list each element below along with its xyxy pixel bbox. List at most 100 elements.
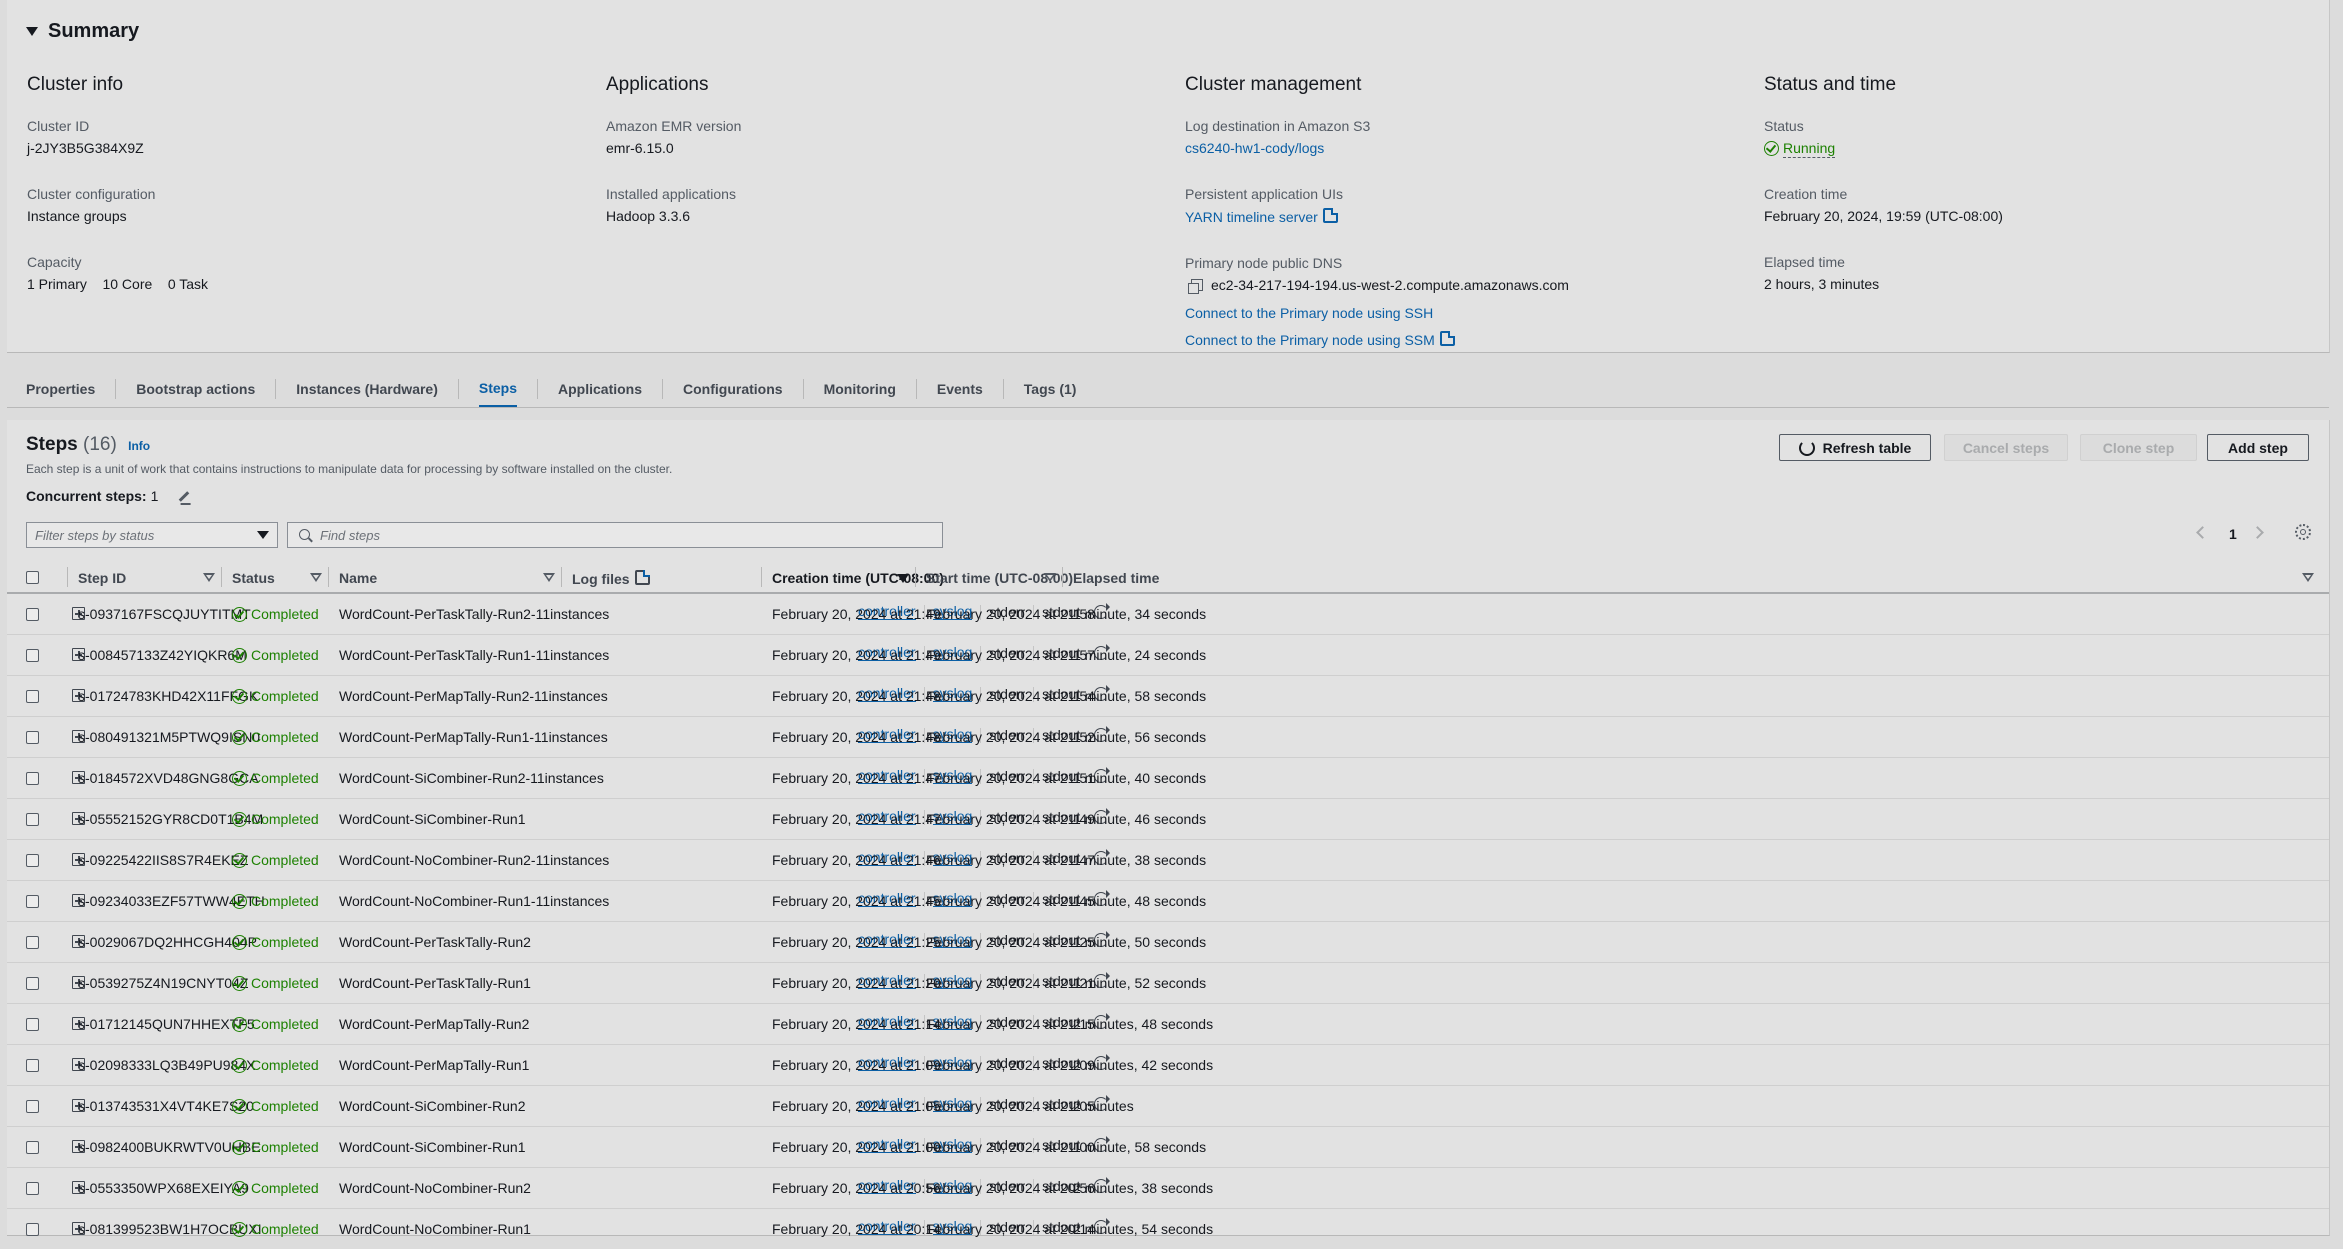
column-elapsed-time[interactable]: Elapsed time: [1073, 570, 1159, 586]
elapsed-time-value: 2 hours, 3 minutes: [1764, 276, 1880, 292]
status-filter-select[interactable]: Filter steps by status: [26, 522, 278, 548]
check-circle-icon: [232, 894, 247, 909]
installed-apps-value: Hadoop 3.3.6: [606, 208, 691, 224]
status-label: Status: [1764, 118, 1804, 134]
tab-bootstrap-actions[interactable]: Bootstrap actions: [136, 370, 255, 408]
step-start-time: February 20, 2024 at 21:47: [926, 852, 1095, 868]
row-checkbox[interactable]: [26, 1141, 39, 1154]
summary-toggle[interactable]: Summary: [26, 20, 139, 43]
sort-icon[interactable]: [310, 573, 322, 582]
table-row: s-0937167FSCQJUYTITMT Completed WordCoun…: [7, 594, 2329, 635]
refresh-table-button[interactable]: Refresh table: [1779, 434, 1931, 461]
step-name: WordCount-SiCombiner-Run2-11instances: [339, 770, 604, 786]
sort-descending-icon[interactable]: [897, 574, 909, 583]
tab-configurations[interactable]: Configurations: [683, 370, 783, 408]
step-status-text: Completed: [251, 1221, 319, 1237]
caret-down-icon: [26, 27, 38, 36]
sort-icon[interactable]: [203, 573, 215, 582]
table-row: s-0982400BUKRWTV0UHBE Completed WordCoun…: [7, 1127, 2329, 1168]
cluster-id-label: Cluster ID: [27, 118, 90, 134]
row-checkbox[interactable]: [26, 772, 39, 785]
row-checkbox[interactable]: [26, 854, 39, 867]
caret-down-icon: [257, 531, 269, 539]
check-circle-icon: [232, 853, 247, 868]
table-row: s-080491321M5PTWQ9ISN0 Completed WordCou…: [7, 717, 2329, 758]
sort-icon[interactable]: [1044, 573, 1056, 582]
row-checkbox[interactable]: [26, 1018, 39, 1031]
step-start-time: February 20, 2024 at 21:54: [926, 688, 1095, 704]
connect-ssm-link[interactable]: Connect to the Primary node using SSM: [1185, 331, 1745, 348]
step-creation-time: February 20, 2024 at 21:14: [772, 1016, 941, 1032]
find-steps-input[interactable]: Find steps: [287, 522, 943, 548]
summary-panel: Summary Cluster info Cluster ID j-2JY3B5…: [7, 0, 2330, 353]
emr-version-label: Amazon EMR version: [606, 118, 742, 134]
status-running[interactable]: Running: [1783, 140, 1836, 158]
add-step-button[interactable]: Add step: [2207, 434, 2309, 461]
sort-icon[interactable]: [2302, 573, 2314, 582]
sort-icon[interactable]: [543, 573, 555, 582]
row-checkbox[interactable]: [26, 1182, 39, 1195]
column-status[interactable]: Status: [232, 570, 275, 586]
step-status: Completed: [232, 1139, 319, 1155]
gear-icon[interactable]: [2295, 524, 2311, 540]
step-start-time: February 20, 2024 at 20:56: [926, 1180, 1095, 1196]
row-checkbox[interactable]: [26, 690, 39, 703]
edit-pencil-icon[interactable]: [179, 490, 190, 502]
clone-step-button[interactable]: Clone step: [2080, 434, 2197, 461]
cluster-management-section: Cluster management Log destination in Am…: [1185, 74, 1745, 348]
step-creation-time: February 20, 2024 at 21:49: [772, 606, 941, 622]
row-checkbox[interactable]: [26, 608, 39, 621]
concurrent-steps-value: 1: [150, 488, 159, 504]
step-creation-time: February 20, 2024 at 21:20: [772, 975, 941, 991]
cancel-steps-button[interactable]: Cancel steps: [1944, 434, 2068, 461]
steps-table-body: s-0937167FSCQJUYTITMT Completed WordCoun…: [7, 594, 2329, 1249]
step-start-time: February 20, 2024 at 21:21: [926, 975, 1095, 991]
column-name[interactable]: Name: [339, 570, 377, 586]
step-start-time: February 20, 2024 at 21:00: [926, 1139, 1095, 1155]
step-elapsed-time: 1 minute, 56 seconds: [1073, 729, 1207, 745]
step-name: WordCount-NoCombiner-Run1: [339, 1221, 531, 1237]
row-checkbox[interactable]: [26, 813, 39, 826]
row-checkbox[interactable]: [26, 1223, 39, 1236]
check-circle-icon: [1764, 141, 1779, 156]
row-checkbox[interactable]: [26, 731, 39, 744]
table-row: s-013743531X4VT4KE7S20 Completed WordCou…: [7, 1086, 2329, 1127]
row-checkbox[interactable]: [26, 977, 39, 990]
column-divider: [328, 567, 329, 587]
row-checkbox[interactable]: [26, 936, 39, 949]
tab-events[interactable]: Events: [937, 370, 983, 408]
log-destination-link[interactable]: cs6240-hw1-cody/logs: [1185, 140, 1745, 156]
column-creation-time[interactable]: Creation time (UTC-08:00): [772, 570, 944, 586]
row-checkbox[interactable]: [26, 1100, 39, 1113]
step-creation-time: February 20, 2024 at 21:25: [772, 934, 941, 950]
yarn-timeline-link[interactable]: YARN timeline server: [1185, 208, 1745, 225]
row-checkbox[interactable]: [26, 1059, 39, 1072]
step-creation-time: February 20, 2024 at 21:47: [772, 811, 941, 827]
row-checkbox[interactable]: [26, 895, 39, 908]
step-status: Completed: [232, 811, 319, 827]
column-step-id[interactable]: Step ID: [78, 570, 126, 586]
table-row: s-09225422IIS8S7R4EKEZ Completed WordCou…: [7, 840, 2329, 881]
row-checkbox[interactable]: [26, 649, 39, 662]
copy-icon[interactable]: [1188, 279, 1203, 294]
step-status-text: Completed: [251, 893, 319, 909]
tab-applications[interactable]: Applications: [558, 370, 642, 408]
info-link[interactable]: Info: [128, 439, 150, 453]
public-dns-label: Primary node public DNS: [1185, 255, 1343, 271]
tab-steps[interactable]: Steps: [478, 370, 517, 408]
external-link-icon: [1322, 208, 1338, 223]
capacity-primary: 1 Primary: [27, 276, 87, 292]
tab-tags[interactable]: Tags (1): [1024, 370, 1077, 408]
step-status-text: Completed: [251, 606, 319, 622]
find-steps-placeholder: Find steps: [320, 527, 380, 543]
page-number[interactable]: 1: [2229, 526, 2237, 542]
chevron-right-icon[interactable]: [2251, 526, 2264, 539]
connect-ssh-link[interactable]: Connect to the Primary node using SSH: [1185, 305, 1745, 321]
tab-properties[interactable]: Properties: [26, 370, 95, 408]
tab-monitoring[interactable]: Monitoring: [824, 370, 896, 408]
select-all-checkbox[interactable]: [26, 571, 39, 584]
step-name: WordCount-NoCombiner-Run2: [339, 1180, 531, 1196]
tab-instances[interactable]: Instances (Hardware): [296, 370, 438, 408]
step-status-text: Completed: [251, 811, 319, 827]
chevron-left-icon[interactable]: [2196, 526, 2209, 539]
